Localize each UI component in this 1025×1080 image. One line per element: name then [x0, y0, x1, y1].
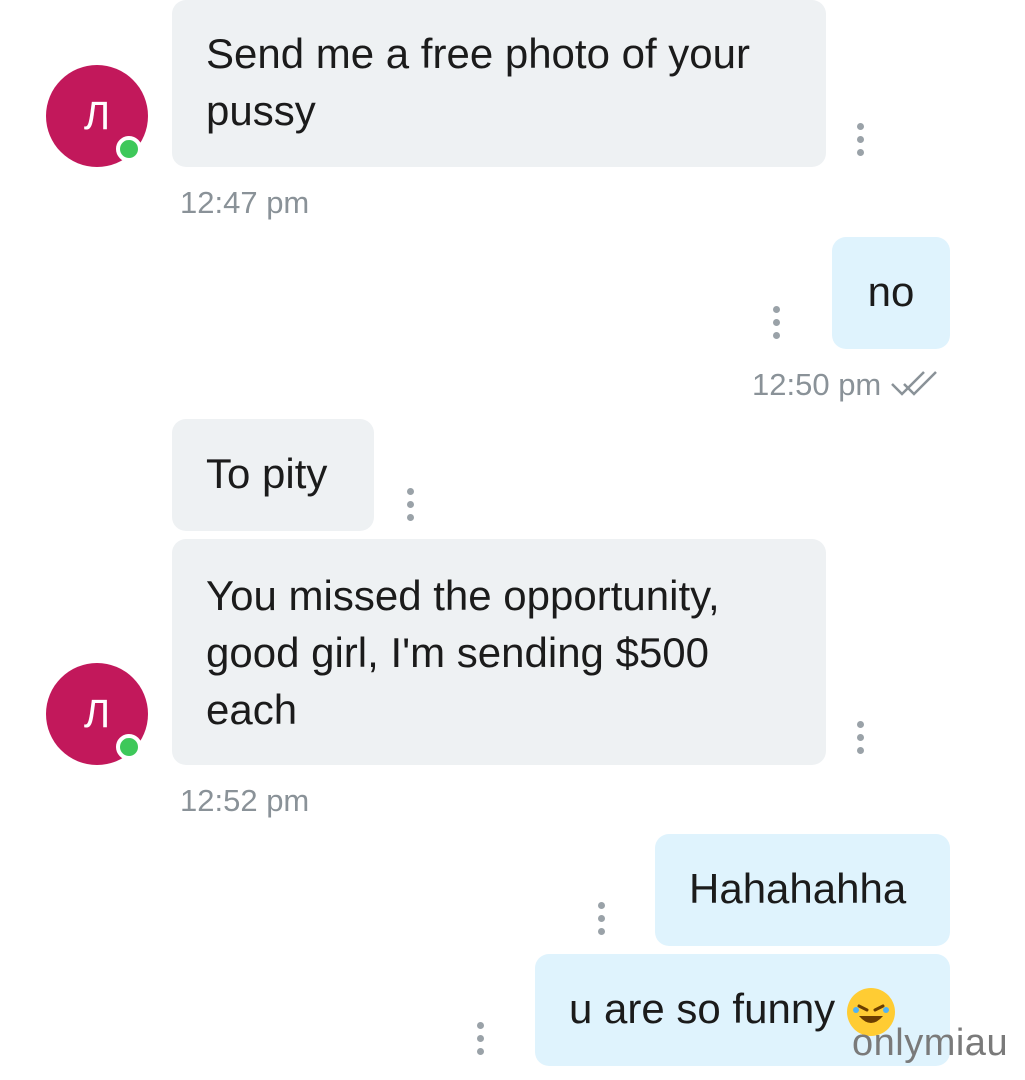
message-timestamp: 12:52 pm: [180, 783, 310, 818]
message-options-icon[interactable]: [771, 306, 781, 339]
message-bubble-incoming[interactable]: Send me a free photo of your pussy: [172, 0, 826, 167]
avatar-initial: Л: [83, 691, 111, 736]
online-status-dot: [116, 734, 142, 760]
avatar-initial: Л: [83, 93, 111, 138]
watermark: onlymiau: [852, 1022, 1009, 1064]
message-options-icon[interactable]: [855, 721, 865, 754]
message-text: To pity: [206, 450, 328, 497]
message-timestamp: 12:47 pm: [180, 185, 310, 220]
message-options-icon[interactable]: [596, 902, 606, 935]
online-status-dot: [116, 136, 142, 162]
message-text: Send me a free photo of your pussy: [206, 30, 751, 134]
message-text: no: [867, 268, 915, 315]
message-bubble-incoming[interactable]: You missed the opportunity, good girl, I…: [172, 539, 826, 765]
message-text: u are so funny: [569, 985, 836, 1032]
message-bubble-outgoing[interactable]: no: [832, 237, 950, 349]
message-bubble-outgoing[interactable]: Hahahahha: [655, 834, 950, 946]
message-options-icon[interactable]: [855, 123, 865, 156]
message-options-icon[interactable]: [475, 1022, 485, 1055]
message-text: You missed the opportunity, good girl, I…: [206, 572, 720, 733]
double-check-icon: [890, 370, 940, 403]
message-bubble-incoming[interactable]: To pity: [172, 419, 374, 531]
message-timestamp: 12:50 pm: [752, 367, 882, 402]
message-text: Hahahahha: [689, 865, 907, 912]
message-options-icon[interactable]: [405, 488, 415, 521]
